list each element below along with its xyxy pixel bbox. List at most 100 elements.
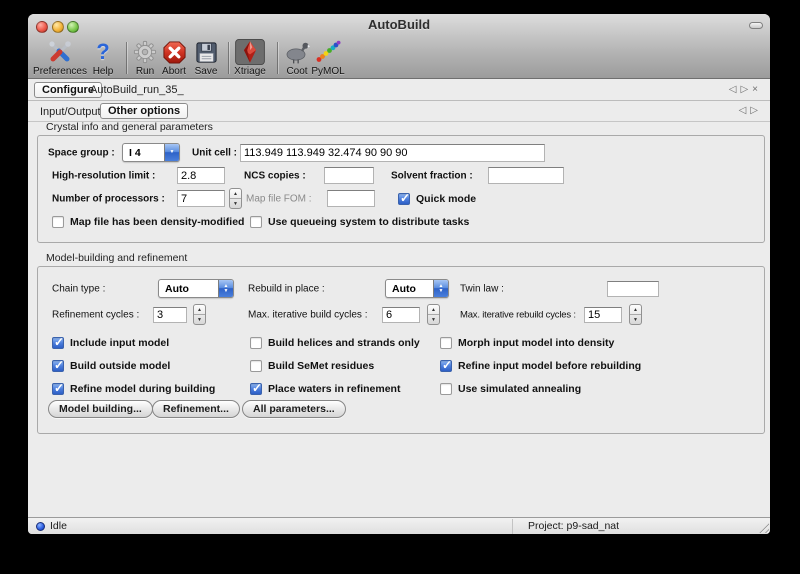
tab-label: Other options bbox=[108, 105, 180, 117]
updown-arrows-icon: ▲▼ bbox=[433, 280, 448, 297]
num-processors-stepper[interactable]: ▲▼ bbox=[229, 188, 242, 209]
updown-arrows-icon: ▲▼ bbox=[218, 280, 233, 297]
model-section-title: Model-building and refinement bbox=[46, 252, 187, 264]
high-res-label: High-resolution limit : bbox=[52, 171, 155, 182]
checkbox-label: Refine model during building bbox=[70, 383, 215, 395]
queueing-checkbox[interactable] bbox=[250, 216, 262, 228]
checkbox[interactable] bbox=[440, 360, 452, 372]
status-text: Idle bbox=[50, 520, 67, 532]
rebuild-in-place-label: Rebuild in place : bbox=[248, 284, 325, 295]
model-checkbox-item: Refine model during building bbox=[52, 383, 250, 395]
pymol-button[interactable]: PyMOL bbox=[296, 39, 360, 77]
queueing-label: Use queueing system to distribute tasks bbox=[268, 216, 469, 228]
toolbar-toggle-button[interactable] bbox=[749, 22, 763, 29]
map-fom-label: Map file FOM : bbox=[246, 194, 312, 205]
pymol-helix-icon bbox=[296, 39, 360, 65]
model-checkbox-item: Build outside model bbox=[52, 360, 250, 372]
tab-input-output[interactable]: Input/Output bbox=[40, 106, 101, 118]
minimize-window-button[interactable] bbox=[52, 21, 64, 33]
status-led-icon bbox=[36, 522, 45, 531]
checkbox-label: Refine input model before rebuilding bbox=[458, 360, 641, 372]
rebuild-in-place-select[interactable]: Auto ▲▼ bbox=[385, 279, 449, 298]
resize-grip[interactable] bbox=[757, 521, 769, 533]
zoom-window-button[interactable] bbox=[67, 21, 79, 33]
density-modified-label: Map file has been density-modified bbox=[70, 216, 244, 228]
max-rebuild-cycles-input[interactable] bbox=[584, 307, 622, 323]
checkbox-label: Build SeMet residues bbox=[268, 360, 374, 372]
tab-label: AutoBuild_run_35_ bbox=[90, 84, 184, 96]
refinement-cycles-stepper[interactable]: ▲▼ bbox=[193, 304, 206, 325]
checkbox[interactable] bbox=[440, 337, 452, 349]
tab-label: Input/Output bbox=[40, 106, 101, 118]
density-modified-checkbox[interactable] bbox=[52, 216, 64, 228]
button-label: Model building... bbox=[59, 403, 142, 415]
window-title: AutoBuild bbox=[28, 14, 770, 36]
twin-law-label: Twin law : bbox=[460, 284, 504, 295]
refinement-cycles-label: Refinement cycles : bbox=[52, 310, 139, 321]
max-rebuild-cycles-stepper[interactable]: ▲▼ bbox=[629, 304, 642, 325]
checkbox-label: Place waters in refinement bbox=[268, 383, 400, 395]
checkbox[interactable] bbox=[52, 383, 64, 395]
tab-nav-controls[interactable]: ◁▷× bbox=[729, 84, 762, 95]
tab-other-options[interactable]: Other options bbox=[100, 103, 188, 119]
checkbox[interactable] bbox=[250, 337, 262, 349]
max-build-cycles-input[interactable] bbox=[382, 307, 420, 323]
model-checkbox-item: Build SeMet residues bbox=[250, 360, 440, 372]
toolbar-label: PyMOL bbox=[296, 66, 360, 77]
model-checkbox-item: Use simulated annealing bbox=[440, 383, 730, 395]
main-tab-bar: Configure AutoBuild_run_35_ ◁▷× bbox=[28, 80, 770, 101]
checkbox[interactable] bbox=[250, 383, 262, 395]
crystal-section-title: Crystal info and general parameters bbox=[46, 121, 213, 133]
status-separator bbox=[512, 519, 513, 534]
max-rebuild-cycles-label: Max. iterative rebuild cycles : bbox=[460, 310, 576, 321]
status-bar: Idle Project: p9-sad_nat bbox=[28, 517, 770, 534]
model-checkbox-item: Morph input model into density bbox=[440, 337, 730, 349]
refinement-cycles-input[interactable] bbox=[153, 307, 187, 323]
checkbox[interactable] bbox=[440, 383, 452, 395]
model-checkbox-item: Place waters in refinement bbox=[250, 383, 440, 395]
tab-label: Configure bbox=[42, 84, 94, 96]
twin-law-input[interactable] bbox=[607, 281, 659, 297]
button-label: Refinement... bbox=[163, 403, 229, 415]
checkbox-label: Morph input model into density bbox=[458, 337, 614, 349]
map-fom-input[interactable] bbox=[327, 190, 375, 207]
solvent-fraction-label: Solvent fraction : bbox=[391, 171, 473, 182]
unit-cell-input[interactable] bbox=[240, 144, 545, 162]
max-build-cycles-stepper[interactable]: ▲▼ bbox=[427, 304, 440, 325]
num-processors-input[interactable] bbox=[177, 190, 225, 207]
max-build-cycles-label: Max. iterative build cycles : bbox=[248, 310, 368, 321]
desktop: AutoBuild bbox=[0, 0, 800, 574]
chain-type-label: Chain type : bbox=[52, 284, 105, 295]
sub-tab-bar: Input/Output Other options ◁▷ bbox=[28, 102, 770, 122]
model-checkbox-item: Include input model bbox=[52, 337, 250, 349]
ncs-copies-input[interactable] bbox=[324, 167, 374, 184]
space-group-value: I 4 bbox=[123, 147, 164, 159]
num-processors-label: Number of processors : bbox=[52, 194, 165, 205]
chain-type-value: Auto bbox=[159, 283, 218, 295]
space-group-label: Space group : bbox=[48, 148, 115, 159]
refinement-params-button[interactable]: Refinement... bbox=[152, 400, 240, 418]
quick-mode-checkbox[interactable] bbox=[398, 193, 410, 205]
quick-mode-label: Quick mode bbox=[416, 193, 476, 205]
space-group-select[interactable]: I 4 ▼ bbox=[122, 143, 180, 162]
checkbox[interactable] bbox=[52, 337, 64, 349]
model-checkbox-item: Build helices and strands only bbox=[250, 337, 440, 349]
close-window-button[interactable] bbox=[36, 21, 48, 33]
chain-type-select[interactable]: Auto ▲▼ bbox=[158, 279, 234, 298]
model-building-params-button[interactable]: Model building... bbox=[48, 400, 153, 418]
checkbox[interactable] bbox=[52, 360, 64, 372]
solvent-fraction-input[interactable] bbox=[488, 167, 564, 184]
autobuild-window: AutoBuild bbox=[28, 14, 770, 534]
checkbox[interactable] bbox=[250, 360, 262, 372]
unit-cell-label: Unit cell : bbox=[192, 148, 237, 159]
high-res-input[interactable] bbox=[177, 167, 225, 184]
checkbox-label: Build outside model bbox=[70, 360, 170, 372]
model-checkbox-item: Refine input model before rebuilding bbox=[440, 360, 730, 372]
sub-tab-nav-controls[interactable]: ◁▷ bbox=[739, 105, 762, 116]
button-label: All parameters... bbox=[253, 403, 335, 415]
project-label: Project: p9-sad_nat bbox=[528, 520, 619, 532]
checkbox-label: Use simulated annealing bbox=[458, 383, 581, 395]
all-parameters-button[interactable]: All parameters... bbox=[242, 400, 346, 418]
checkbox-label: Include input model bbox=[70, 337, 169, 349]
tab-autobuild-run[interactable]: AutoBuild_run_35_ bbox=[90, 84, 184, 96]
